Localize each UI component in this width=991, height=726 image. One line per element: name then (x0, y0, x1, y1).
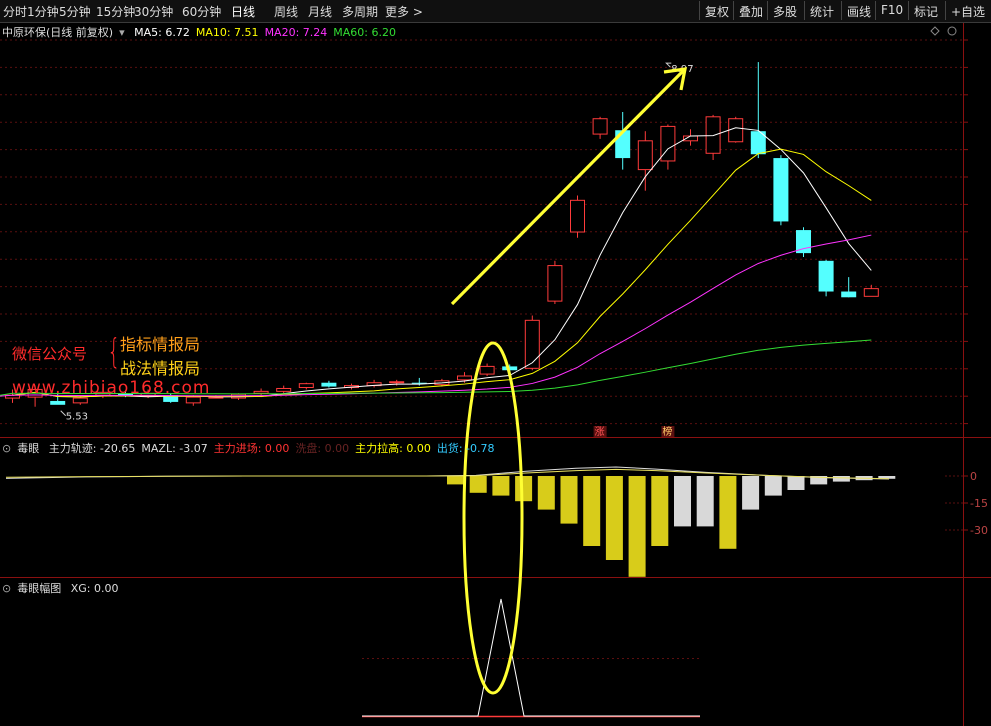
indicator-bar-white (674, 476, 691, 527)
subchart-legend-item-0: XG: 0.00 (70, 582, 119, 595)
indicator-legend-item-0: 主力轨迹: -20.65 (48, 442, 136, 455)
dropdown-icon[interactable]: ▾ (119, 26, 125, 39)
ma-legend-item-0: MA5: 6.72 (134, 26, 190, 39)
subchart-title: 毒眼幅图 (17, 582, 62, 595)
panel3-header: ⊙ 毒眼幅图 XG: 0.00 (2, 580, 130, 596)
indicator-legend: 主力轨迹: -20.65 MAZL: -3.07 主力进场: 0.00 洗盘: 0.0… (49, 442, 501, 455)
watermark-line-a: 指标情报局 (120, 335, 201, 354)
indicator-legend-item-1: MAZL: -3.07 (141, 442, 208, 455)
candle-body-up (728, 118, 744, 143)
candle-body-up (592, 118, 608, 135)
diamond-icon (930, 26, 940, 36)
panel1-header: 中原环保(日线 前复权) ▾ MA5: 6.72 MA10: 7.51 MA20: 7… (2, 24, 408, 40)
watermark-line-b: 战法情报局 (120, 359, 201, 378)
indicator-axis-label: -30 (970, 524, 988, 537)
candle-body-up (253, 390, 269, 394)
indicator-bar-gold (515, 476, 533, 502)
trend-arrow-line (450, 68, 686, 306)
candle-body-up (389, 381, 405, 384)
candle-body-up (298, 383, 314, 389)
candle-body-up (276, 387, 292, 392)
indicator-bar-gold (605, 476, 623, 560)
candle-body-up (863, 288, 879, 297)
candle-body-down (615, 130, 631, 159)
candle-body-down (818, 260, 834, 292)
indicator-bar-gold (628, 476, 646, 577)
indicator-bar-gold (583, 476, 601, 546)
candle-body-up (570, 199, 585, 233)
candle-body-down (841, 291, 857, 298)
ma-legend: MA5: 6.72 MA10: 7.51 MA20: 7.24 MA60: 6.20 (134, 26, 402, 39)
candle-body-up (705, 116, 721, 154)
candle-body-down (321, 382, 337, 387)
candle-body-down (773, 158, 789, 222)
watermark-brace: { (107, 332, 121, 372)
ma-legend-item-3: MA60: 6.20 (333, 26, 396, 39)
indicator-bar-white (764, 476, 782, 496)
low-price-label: 5.53 (66, 412, 88, 423)
subchart-legend: XG: 0.00 (71, 582, 125, 595)
candle-body-up (72, 397, 88, 404)
indicator-bar-gold (492, 476, 510, 496)
indicator-bar-gold (651, 476, 669, 546)
panel2-header: ⊙ 毒眼 主力轨迹: -20.65 MAZL: -3.07 主力进场: 0.00 洗盘:… (2, 440, 507, 456)
collapse-icon[interactable]: ⊙ (2, 582, 11, 595)
indicator-bar-gold (469, 476, 487, 493)
candle-body-up (660, 125, 676, 162)
candle-body-down (50, 400, 66, 405)
indicator-legend-item-5: 出货: -0.78 (436, 442, 495, 455)
ma-legend-item-2: MA20: 7.24 (264, 26, 328, 39)
indicator-axis-label: 0 (970, 470, 977, 483)
ma-legend-item-1: MA10: 7.51 (195, 26, 259, 39)
tag-label: 涨 (595, 426, 605, 438)
indicator-bar-gold (447, 476, 464, 485)
indicator-bar-white (742, 476, 760, 510)
indicator-legend-item-2: 主力进场: 0.00 (213, 442, 290, 455)
candle-body-up (637, 140, 653, 171)
candle-body-up (547, 265, 563, 302)
collapse-icon[interactable]: ⊙ (2, 442, 11, 455)
indicator-bar-gold (719, 476, 737, 549)
xg-signal-line (362, 598, 700, 717)
indicator-legend-item-4: 主力拉高: 0.00 (355, 442, 431, 455)
indicator-bar-white (696, 476, 714, 527)
indicator-bar-gold (537, 476, 555, 510)
indicator-bar-gold (560, 476, 578, 524)
watermark-url: www.zhibiao168.com (12, 378, 211, 398)
circle-icon (947, 26, 957, 36)
candle-body-up (457, 375, 472, 381)
indicator-title: 毒眼 (17, 442, 40, 455)
tag-label: 榜 (662, 425, 672, 438)
candle-body-up (479, 365, 495, 375)
watermark-wechat: 微信公众号 (12, 345, 88, 363)
candle-body-up (524, 319, 540, 369)
indicator-axis-label: -15 (970, 497, 988, 510)
indicator-bar-white (787, 476, 805, 490)
indicator-bar-white (832, 476, 850, 482)
stock-title: 中原环保(日线 前复权) (2, 26, 114, 39)
indicator-legend-item-3: 洗盘: 0.00 (295, 442, 350, 455)
